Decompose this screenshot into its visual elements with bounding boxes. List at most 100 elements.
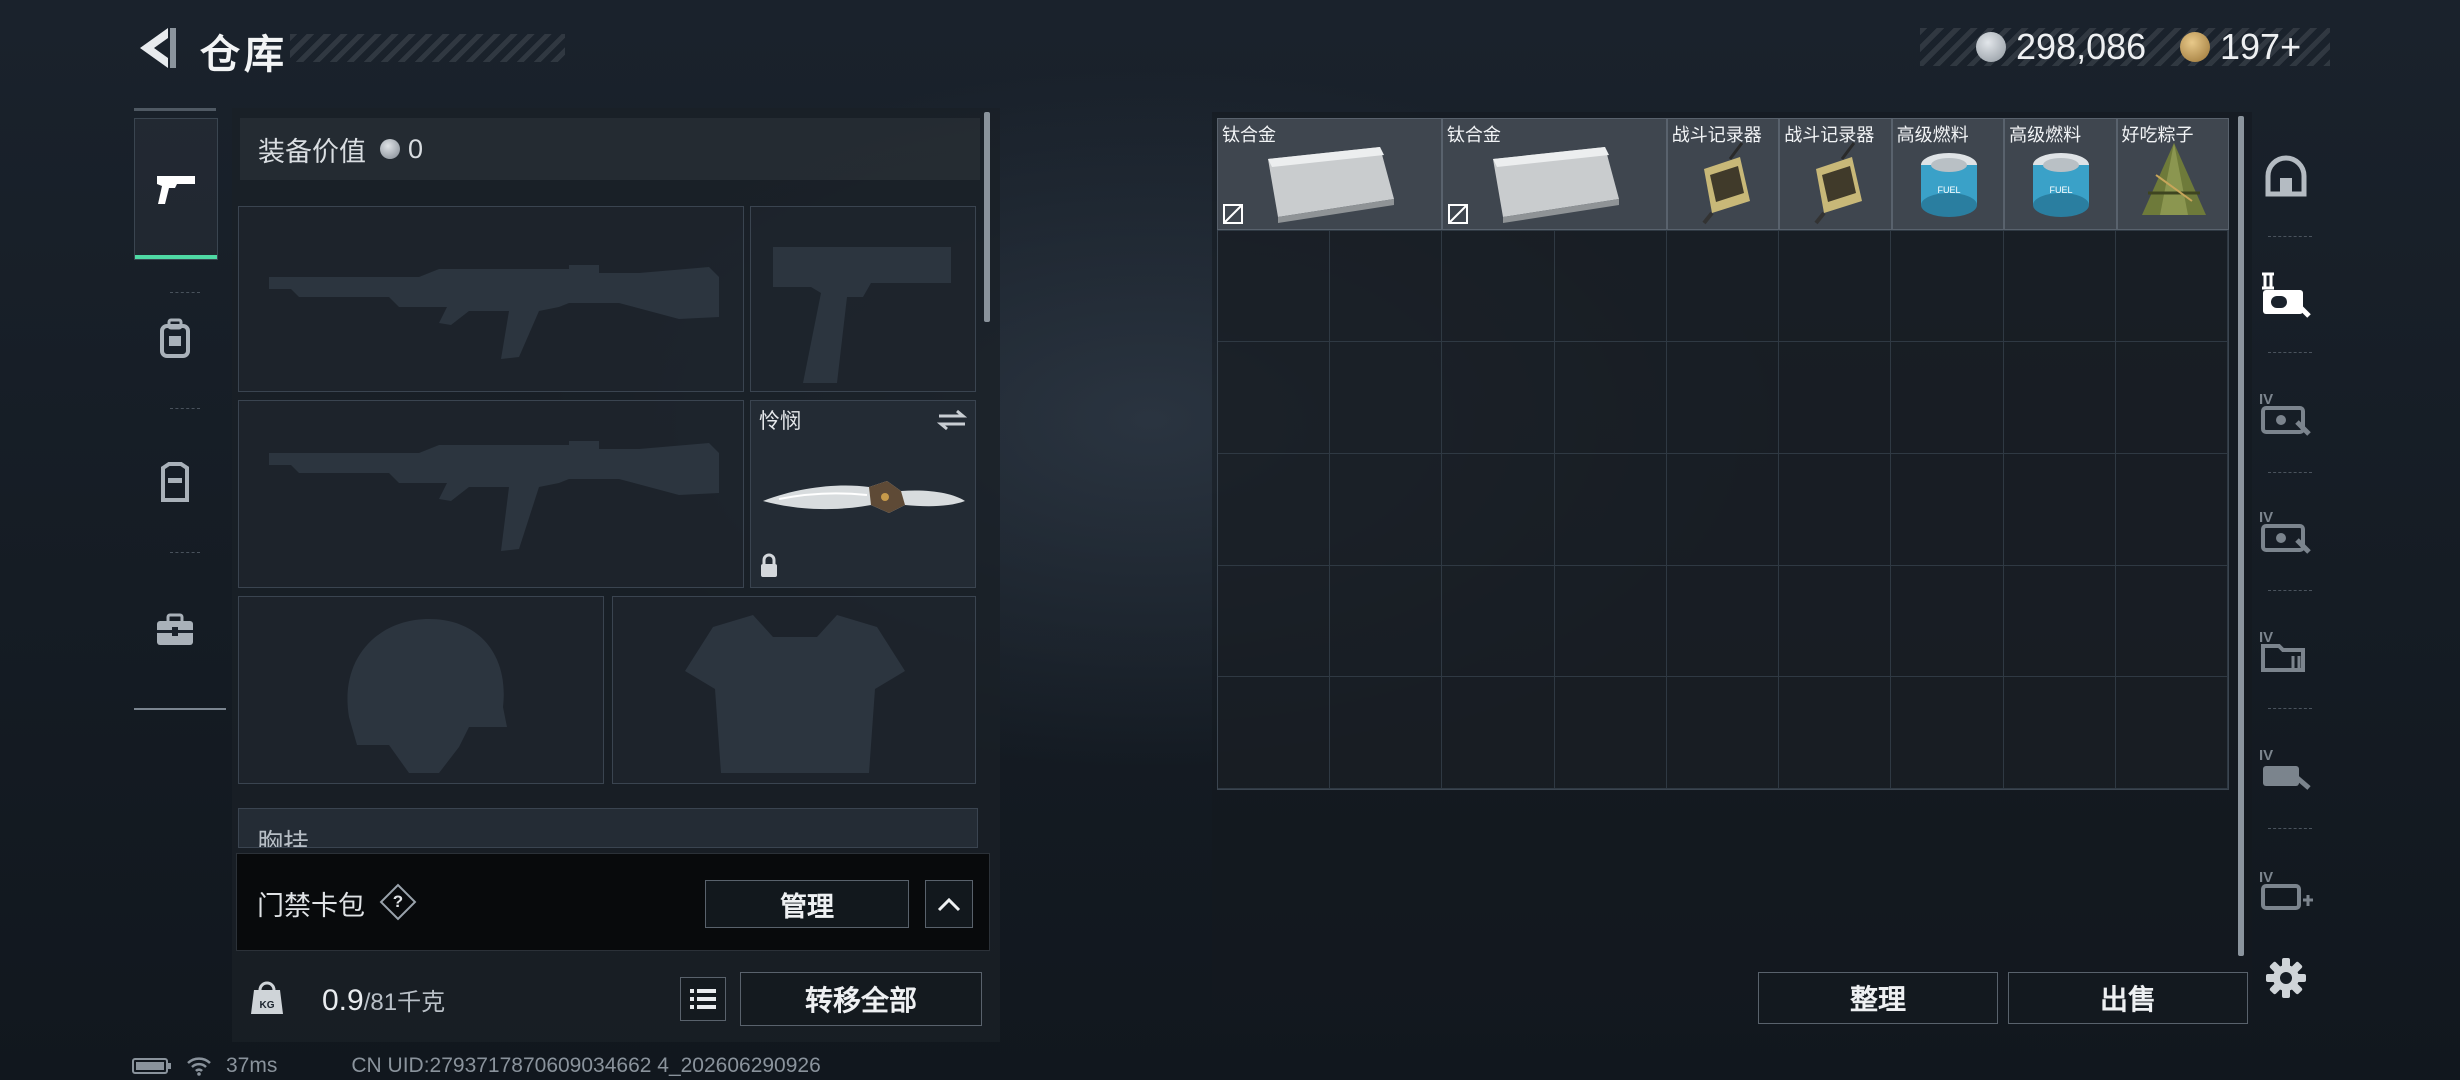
- carry-weight-max: /81千克: [363, 989, 446, 1016]
- storage-item-fuel-can[interactable]: 高级燃料 FUEL: [1891, 118, 2005, 230]
- storage-cell[interactable]: [1891, 677, 2004, 789]
- storage-cell[interactable]: [1891, 342, 2004, 454]
- helmet-slot[interactable]: [238, 596, 604, 784]
- storage-cell[interactable]: [2115, 230, 2228, 343]
- rifle-silhouette-icon: [269, 441, 719, 551]
- unsellable-mark-icon: [1223, 204, 1243, 224]
- rail-storage-iv-a[interactable]: IV: [2258, 384, 2314, 440]
- melee-slot[interactable]: 怜悯: [750, 400, 976, 588]
- storage-cell[interactable]: [2115, 565, 2228, 678]
- storage-cell[interactable]: [1330, 677, 1443, 789]
- item-name: 高级燃料: [1896, 125, 1969, 145]
- storage-cell[interactable]: [1554, 677, 1667, 789]
- rail-storage-iv-c[interactable]: IV: [2258, 622, 2314, 678]
- storage-cell[interactable]: [1779, 342, 1892, 454]
- storage-cell[interactable]: [1218, 453, 1331, 566]
- sell-button-label: 出售: [2099, 984, 2156, 1015]
- storage-cell[interactable]: [1891, 230, 2004, 343]
- storage-cell[interactable]: [1442, 342, 1555, 454]
- storage-cell[interactable]: [2003, 677, 2116, 789]
- storage-cell[interactable]: [2003, 230, 2116, 343]
- storage-cell[interactable]: [1442, 565, 1555, 678]
- secondary-weapon-slot[interactable]: [238, 400, 744, 588]
- storage-cell[interactable]: [1442, 453, 1555, 566]
- manage-button[interactable]: 管理: [705, 880, 909, 928]
- transfer-all-button[interactable]: 转移全部: [740, 972, 982, 1026]
- storage-item-metal-plate[interactable]: 钛合金: [1217, 118, 1442, 230]
- storage-cell[interactable]: [1554, 453, 1667, 566]
- storage-cell[interactable]: [1442, 230, 1555, 343]
- nav-weapons-tab[interactable]: [134, 118, 218, 260]
- sort-button[interactable]: 整理: [1758, 972, 1998, 1024]
- rifle-silhouette-icon: [269, 265, 719, 359]
- storage-item-zongzi[interactable]: 好吃粽子: [2116, 118, 2229, 230]
- storage-cell[interactable]: [1779, 677, 1892, 789]
- storage-cell[interactable]: [1442, 677, 1555, 789]
- storage-cell[interactable]: [1779, 565, 1892, 678]
- titanium-plate-icon: [1268, 147, 1395, 223]
- nav-vest-tab[interactable]: [134, 412, 216, 552]
- storage-item-fuel-can[interactable]: 高级燃料 FUEL: [2004, 118, 2117, 230]
- silver-currency: 298,086: [1976, 22, 2146, 72]
- back-arrow-icon: [140, 28, 176, 68]
- list-view-button[interactable]: [680, 977, 726, 1021]
- storage-cell[interactable]: [1779, 453, 1892, 566]
- rail-storage-add[interactable]: IV: [2258, 862, 2314, 918]
- storage-cell[interactable]: [2003, 342, 2116, 454]
- storage-cell[interactable]: [1330, 565, 1443, 678]
- back-button[interactable]: [130, 22, 182, 74]
- sell-button[interactable]: 出售: [2008, 972, 2248, 1024]
- storage-cell[interactable]: [2115, 677, 2228, 789]
- loadout-scrollbar[interactable]: [984, 112, 990, 322]
- storage-cell[interactable]: [1218, 230, 1331, 343]
- storage-cell[interactable]: [1666, 677, 1780, 789]
- nav-toolbox-tab[interactable]: [134, 560, 216, 700]
- gold-currency[interactable]: 197+: [2180, 22, 2301, 72]
- storage-cell[interactable]: [1330, 342, 1443, 454]
- rail-storage-ii[interactable]: [2258, 266, 2314, 322]
- storage-scrollbar[interactable]: [2238, 116, 2244, 956]
- storage-cell[interactable]: [1779, 230, 1892, 343]
- storage-cell[interactable]: [1330, 230, 1443, 343]
- storage-cell[interactable]: [1666, 565, 1780, 678]
- nav-backpack-tab[interactable]: [134, 268, 216, 408]
- svg-text:IV: IV: [2259, 869, 2273, 886]
- storage-cell[interactable]: [1218, 342, 1331, 454]
- storage-cell[interactable]: [1218, 677, 1331, 789]
- safe-box-icon: [2265, 155, 2307, 197]
- storage-item-recorder[interactable]: 战斗记录器: [1779, 118, 1892, 230]
- title-decoration: [290, 34, 565, 62]
- collapse-button[interactable]: [925, 880, 973, 928]
- storage-cell[interactable]: [1666, 342, 1780, 454]
- storage-cell[interactable]: [1666, 230, 1780, 343]
- unsellable-mark-icon: [1447, 204, 1468, 224]
- rail-storage-iv-b[interactable]: IV: [2258, 502, 2314, 558]
- storage-cell[interactable]: [1330, 453, 1443, 566]
- storage-cell[interactable]: [2115, 342, 2228, 454]
- storage-cell[interactable]: [2003, 565, 2116, 678]
- storage-cell[interactable]: [1666, 453, 1780, 566]
- melee-item-name: 怜悯: [759, 410, 801, 433]
- rail-storage-iv-d[interactable]: IV: [2258, 740, 2314, 796]
- storage-cell[interactable]: [1554, 342, 1667, 454]
- settings-button[interactable]: [2258, 950, 2314, 1006]
- gear-icon: [2266, 958, 2306, 998]
- primary-weapon-slot[interactable]: [238, 206, 744, 392]
- weight-kg-icon: KG: [251, 981, 283, 1014]
- rail-safe-box[interactable]: [2258, 150, 2314, 206]
- svg-text:KG: KG: [260, 1000, 275, 1011]
- storage-cell[interactable]: [2003, 453, 2116, 566]
- help-icon[interactable]: ?: [379, 883, 417, 921]
- storage-cell[interactable]: [1891, 453, 2004, 566]
- swap-arrows-icon[interactable]: [937, 409, 967, 431]
- storage-cell[interactable]: [1218, 565, 1331, 678]
- storage-cell[interactable]: [1554, 565, 1667, 678]
- storage-cell[interactable]: [1554, 230, 1667, 343]
- storage-item-metal-plate[interactable]: 钛合金: [1441, 118, 1667, 230]
- chest-rig-slot[interactable]: 胸挂: [238, 808, 978, 848]
- armor-slot[interactable]: [612, 596, 976, 784]
- storage-cell[interactable]: [2115, 453, 2228, 566]
- storage-cell[interactable]: [1891, 565, 2004, 678]
- sidearm-slot[interactable]: [750, 206, 976, 392]
- storage-item-recorder[interactable]: 战斗记录器: [1666, 118, 1780, 230]
